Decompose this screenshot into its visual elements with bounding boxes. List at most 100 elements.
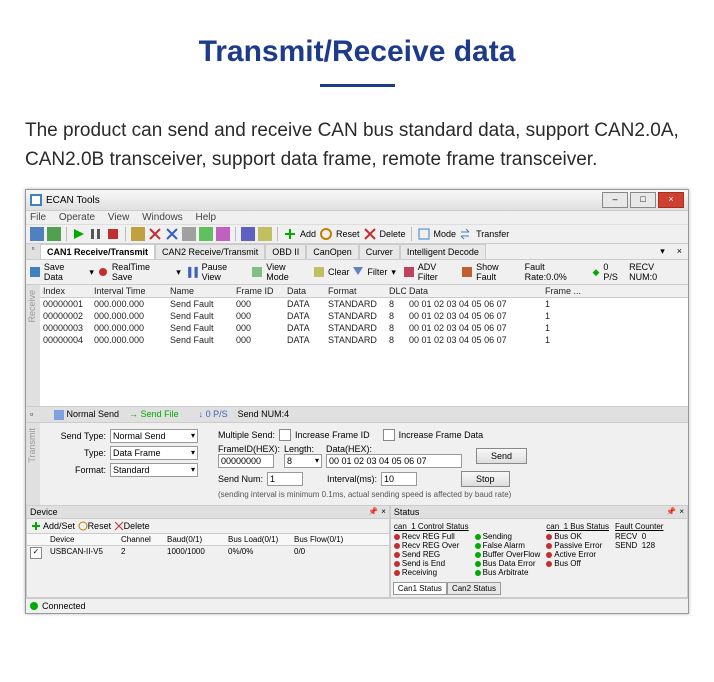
- tab-curver[interactable]: Curver: [359, 244, 400, 259]
- table-row[interactable]: 00000003000.000.000Send Fault000DATASTAN…: [40, 322, 688, 334]
- frameid-input[interactable]: 00000000: [218, 454, 274, 468]
- devcol-channel[interactable]: Channel: [118, 534, 164, 545]
- tab-dropdown-icon[interactable]: ▾: [654, 244, 671, 259]
- add-button[interactable]: Add: [300, 229, 316, 239]
- interval-input[interactable]: 10: [381, 472, 417, 486]
- devcol-flow[interactable]: Bus Flow(0/1): [291, 534, 357, 545]
- icon-c[interactable]: [199, 227, 213, 241]
- close-button[interactable]: ×: [658, 192, 684, 208]
- reset-icon: [78, 521, 88, 531]
- menu-windows[interactable]: Windows: [142, 212, 183, 223]
- inc-frameid-checkbox[interactable]: [279, 429, 291, 441]
- icon-f[interactable]: [258, 227, 272, 241]
- table-row[interactable]: 00000004000.000.000Send Fault000DATASTAN…: [40, 334, 688, 346]
- recv-counter: RECV NUM:0: [629, 262, 684, 282]
- view-mode-button[interactable]: View Mode: [266, 262, 310, 282]
- devcol-device[interactable]: Device: [47, 534, 118, 545]
- realtime-save-button[interactable]: RealTime Save: [112, 262, 172, 282]
- inc-framedata-checkbox[interactable]: [383, 429, 395, 441]
- x2-icon[interactable]: [165, 227, 179, 241]
- mode-button[interactable]: Mode: [434, 229, 457, 239]
- icon-d[interactable]: [216, 227, 230, 241]
- transmit-sidebar: Transmit: [26, 423, 40, 505]
- stop-button[interactable]: Stop: [461, 471, 510, 487]
- device-reset-button[interactable]: Reset: [88, 521, 112, 531]
- tab-collapse-icon[interactable]: ▫: [26, 244, 40, 259]
- col-index[interactable]: Index: [40, 285, 91, 297]
- device-checkbox[interactable]: ✓: [30, 547, 42, 559]
- status-pin-icon[interactable]: 📌: [666, 507, 676, 517]
- reset-button[interactable]: Reset: [336, 229, 360, 239]
- sendtype-select[interactable]: Normal Send: [110, 429, 198, 443]
- menu-file[interactable]: File: [30, 212, 46, 223]
- col-data2[interactable]: Data: [406, 285, 542, 297]
- status-tab-can2[interactable]: Can2 Status: [447, 582, 501, 595]
- transfer-button[interactable]: Transfer: [476, 229, 509, 239]
- play-icon[interactable]: [72, 227, 86, 241]
- sendnum-input[interactable]: 1: [267, 472, 303, 486]
- tab-can1[interactable]: CAN1 Receive/Transmit: [40, 244, 155, 259]
- stop-icon[interactable]: [106, 227, 120, 241]
- app-window: ECAN Tools – □ × File Operate View Windo…: [25, 189, 689, 614]
- send-file-button[interactable]: Send File: [141, 409, 179, 419]
- format-select[interactable]: Standard: [110, 463, 198, 477]
- icon-2[interactable]: [47, 227, 61, 241]
- normal-send-button[interactable]: Normal Send: [67, 409, 120, 419]
- tab-obd2[interactable]: OBD II: [265, 244, 306, 259]
- toolbar: Add Reset Delete Mode Transfer: [26, 225, 688, 244]
- frameid-label: FrameID(HEX):: [218, 444, 280, 454]
- icon-e[interactable]: [241, 227, 255, 241]
- devcol-load[interactable]: Bus Load(0/1): [225, 534, 291, 545]
- status-close-icon[interactable]: ×: [679, 507, 684, 517]
- menu-help[interactable]: Help: [195, 212, 216, 223]
- table-row[interactable]: 00000002000.000.000Send Fault000DATASTAN…: [40, 310, 688, 322]
- devcol-baud[interactable]: Baud(0/1): [164, 534, 225, 545]
- device-row[interactable]: ✓ USBCAN-II-V5 2 1000/1000 0%/0% 0/0: [27, 546, 389, 560]
- data-input[interactable]: 00 01 02 03 04 05 06 07: [326, 454, 462, 468]
- minimize-button[interactable]: –: [602, 192, 628, 208]
- ps-counter: 0 P/S: [603, 262, 625, 282]
- col-format[interactable]: Format: [325, 285, 386, 297]
- tab-can2[interactable]: CAN2 Receive/Transmit: [155, 244, 265, 259]
- clear-icon: [314, 267, 324, 277]
- device-pin-icon[interactable]: 📌: [368, 507, 378, 517]
- icon-b[interactable]: [182, 227, 196, 241]
- menu-view[interactable]: View: [108, 212, 130, 223]
- col-frame[interactable]: Frame ...: [542, 285, 593, 297]
- fault-rate: Fault Rate:0.0%: [525, 262, 589, 282]
- tab-intelligent[interactable]: Intelligent Decode: [400, 244, 486, 259]
- main-tabs: ▫ CAN1 Receive/Transmit CAN2 Receive/Tra…: [26, 244, 688, 260]
- table-row[interactable]: 00000001000.000.000Send Fault000DATASTAN…: [40, 298, 688, 310]
- tab-close-icon[interactable]: ×: [671, 244, 688, 259]
- send-button[interactable]: Send: [476, 448, 527, 464]
- show-fault-button[interactable]: Show Fault: [476, 262, 521, 282]
- col-name[interactable]: Name: [167, 285, 233, 297]
- pause-icon[interactable]: [89, 227, 103, 241]
- type-select[interactable]: Data Frame: [110, 446, 198, 460]
- col-data1[interactable]: Data: [284, 285, 325, 297]
- pause-view-button[interactable]: Pause View: [202, 262, 249, 282]
- delete-button[interactable]: Delete: [380, 229, 406, 239]
- filter-button[interactable]: Filter: [367, 267, 387, 277]
- icon-a[interactable]: [131, 227, 145, 241]
- status-tab-can1[interactable]: Can1 Status: [393, 582, 447, 595]
- maximize-button[interactable]: □: [630, 192, 656, 208]
- clear-button[interactable]: Clear: [328, 267, 350, 277]
- adv-filter-button[interactable]: ADV Filter: [418, 262, 459, 282]
- col-frameid[interactable]: Frame ID: [233, 285, 284, 297]
- col-interval[interactable]: Interval Time: [91, 285, 167, 297]
- device-close-icon[interactable]: ×: [381, 507, 386, 517]
- device-add-button[interactable]: Add/Set: [43, 521, 75, 531]
- menu-operate[interactable]: Operate: [59, 212, 95, 223]
- device-delete-button[interactable]: Delete: [124, 521, 150, 531]
- icon-1[interactable]: [30, 227, 44, 241]
- col-dlc[interactable]: DLC: [386, 285, 406, 297]
- tab-canopen[interactable]: CanOpen: [306, 244, 359, 259]
- format-label: Format:: [46, 465, 106, 475]
- title-underline: [320, 84, 395, 87]
- x-icon[interactable]: [148, 227, 162, 241]
- length-select[interactable]: 8: [284, 454, 322, 468]
- connected-icon: [30, 602, 38, 610]
- transfer-icon: [459, 227, 473, 241]
- save-data-button[interactable]: Save Data: [44, 262, 86, 282]
